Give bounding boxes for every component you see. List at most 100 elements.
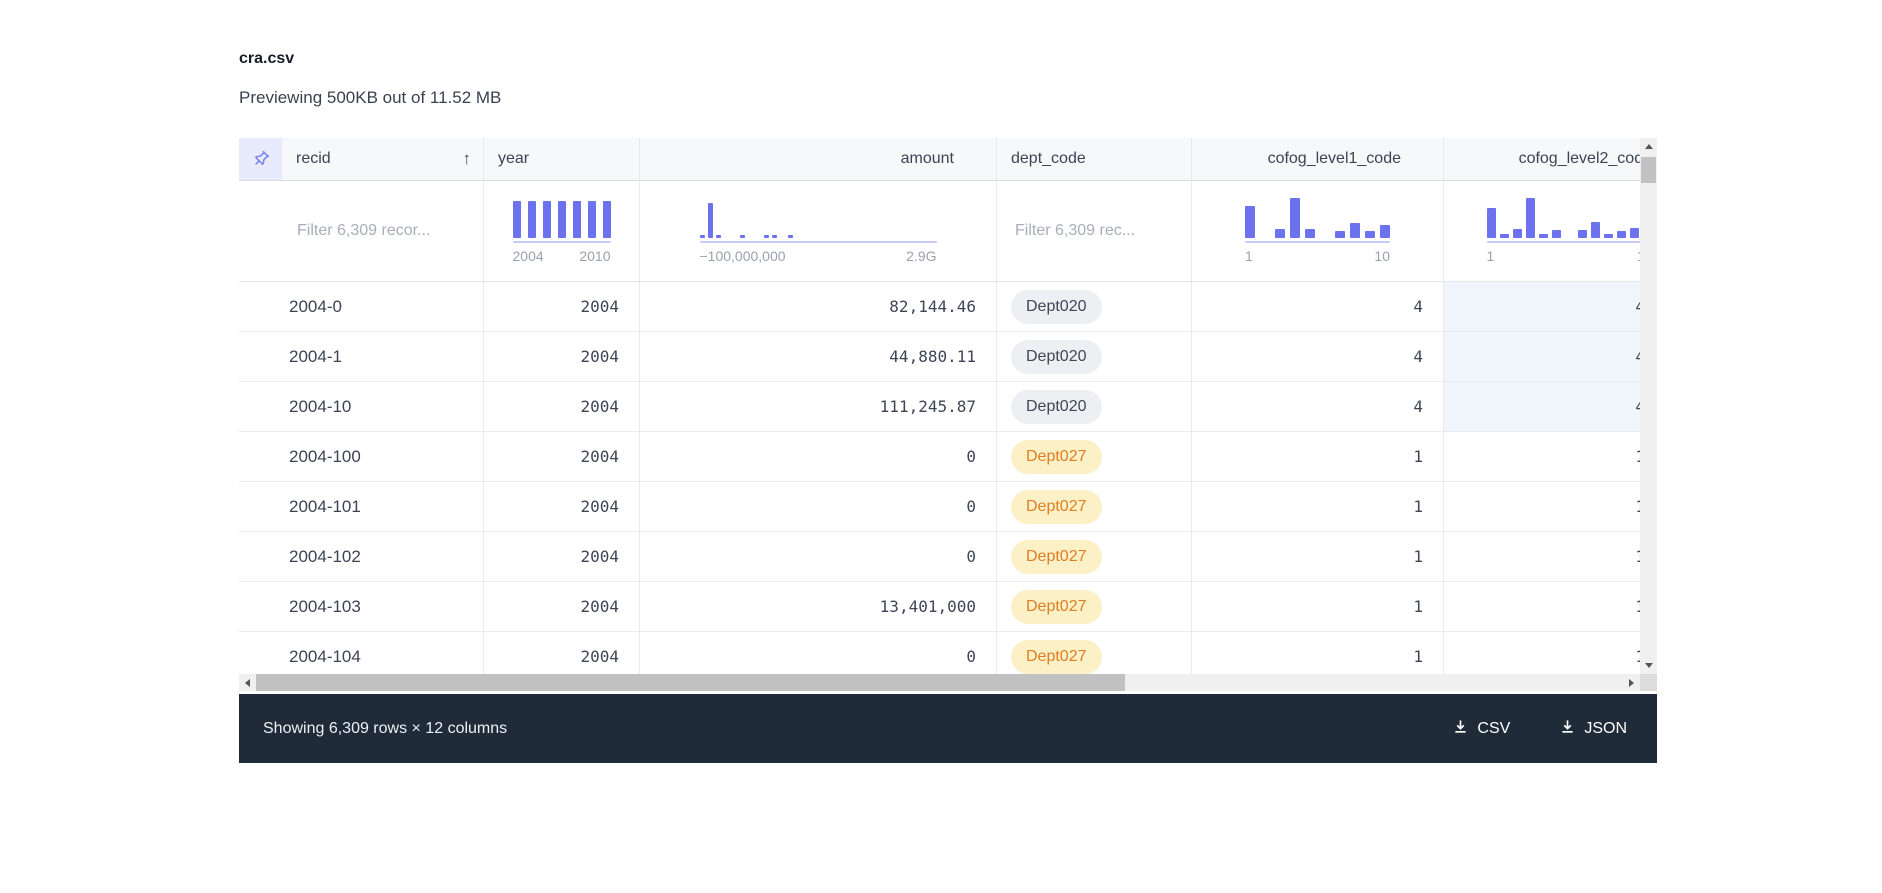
histogram-baseline — [1487, 241, 1652, 243]
histogram-bar — [788, 235, 793, 238]
histogram-bar — [558, 201, 566, 238]
histogram-bar — [1526, 198, 1535, 238]
cofog_level2_code-histogram[interactable]: 111 — [1487, 198, 1652, 264]
filter-cell-year: 20042010 — [484, 181, 640, 282]
cell-dept-code: Dept027 — [997, 482, 1192, 532]
arrow-up-icon: ↑ — [463, 149, 484, 169]
cell-cofog-level1-code: 1 — [1192, 432, 1444, 482]
horizontal-scrollbar-thumb[interactable] — [256, 674, 1125, 691]
year-histogram[interactable]: 20042010 — [513, 198, 611, 264]
dept-code-badge: Dept027 — [1011, 490, 1102, 524]
download-csv-button[interactable]: CSV — [1447, 718, 1516, 740]
column-header-year[interactable]: year — [484, 138, 640, 181]
histogram-bar — [513, 201, 521, 238]
pin-icon — [250, 148, 272, 170]
cell-cofog-level1-code: 1 — [1192, 532, 1444, 582]
column-header-cofog_level1_code[interactable]: cofog_level1_code — [1192, 138, 1444, 181]
histogram-min-label: −100,000,000 — [700, 248, 786, 264]
histogram-range-labels: 20042010 — [513, 248, 611, 264]
filter-cell-recid — [239, 181, 484, 282]
histogram-bar — [543, 201, 551, 238]
cell-amount: 0 — [640, 632, 997, 674]
table-row: 2004-10120040Dept02711 — [239, 482, 1657, 532]
filter-cell-amount: −100,000,000 2.9G — [640, 181, 997, 282]
triangle-right-icon — [1629, 679, 1634, 687]
filter-cell-cofog_level1_code: 110 — [1192, 181, 1444, 282]
horizontal-scrollbar[interactable] — [239, 674, 1657, 691]
cell-recid: 2004-1 — [239, 332, 484, 382]
filter-cell-dept_code — [997, 181, 1192, 282]
cofog_level1_code-histogram[interactable]: 110 — [1245, 198, 1390, 264]
triangle-up-icon — [1645, 144, 1653, 149]
scrollbar-down-button[interactable] — [1640, 657, 1657, 674]
histogram-bar — [700, 235, 705, 238]
cell-cofog-level2-code: 4 — [1444, 382, 1657, 432]
cell-cofog-level2-code: 1 — [1444, 482, 1657, 532]
cell-recid: 2004-103 — [239, 582, 484, 632]
histogram-bars — [700, 198, 937, 238]
cell-dept-code: Dept027 — [997, 582, 1192, 632]
table-row: 2004-10220040Dept02711 — [239, 532, 1657, 582]
download-csv-label: CSV — [1477, 720, 1510, 738]
histogram-bar — [1552, 230, 1561, 238]
amount-histogram[interactable]: −100,000,000 2.9G — [700, 198, 937, 264]
histogram-range-labels: −100,000,000 2.9G — [700, 248, 937, 264]
histogram-max-label: 2.9G — [906, 248, 936, 264]
histogram-bar — [528, 201, 536, 238]
column-header-amount[interactable]: amount — [640, 138, 997, 181]
cell-year: 2004 — [484, 582, 640, 632]
cell-recid: 2004-101 — [239, 482, 484, 532]
histogram-bars — [1487, 198, 1652, 238]
filter-cell-cofog_level2_code: 111 — [1444, 181, 1657, 282]
scrollbar-up-button[interactable] — [1640, 138, 1657, 155]
header-row: recid ↑yearamountdept_code cofog_level1_co… — [239, 138, 1657, 181]
histogram-baseline — [700, 241, 937, 243]
cell-dept-code: Dept020 — [997, 282, 1192, 332]
histogram-bar — [1487, 208, 1496, 238]
histogram-bar — [1500, 234, 1509, 238]
triangle-down-icon — [1645, 663, 1653, 668]
cell-amount: 0 — [640, 432, 997, 482]
cell-year: 2004 — [484, 482, 640, 532]
histogram-bar — [1365, 231, 1375, 238]
cell-year: 2004 — [484, 432, 640, 482]
status-footer: Showing 6,309 rows × 12 columns CSV JSON — [239, 694, 1657, 763]
cell-amount: 13,401,000 — [640, 582, 997, 632]
scrollbar-corner — [1640, 674, 1657, 691]
horizontal-scrollbar-track[interactable] — [256, 674, 1623, 691]
cell-cofog-level1-code: 4 — [1192, 382, 1444, 432]
histogram-min-label: 1 — [1487, 248, 1495, 264]
column-header-dept_code[interactable]: dept_code — [997, 138, 1192, 181]
scrollbar-left-button[interactable] — [239, 674, 256, 691]
vertical-scrollbar-thumb[interactable] — [1641, 157, 1656, 183]
histogram-bar — [764, 235, 769, 238]
cell-dept-code: Dept020 — [997, 332, 1192, 382]
histogram-bar — [1275, 229, 1285, 238]
histogram-bars — [513, 198, 611, 238]
download-buttons: CSV JSON — [1447, 718, 1633, 740]
scrollbar-right-button[interactable] — [1623, 674, 1640, 691]
histogram-baseline — [1245, 241, 1390, 243]
cell-recid: 2004-104 — [239, 632, 484, 674]
dept-code-badge: Dept020 — [1011, 390, 1102, 424]
pin-column-header[interactable] — [239, 138, 282, 181]
histogram-bar — [1630, 228, 1639, 238]
histogram-bar — [1350, 223, 1360, 238]
column-header-recid[interactable]: recid ↑ — [282, 138, 484, 181]
cell-amount: 82,144.46 — [640, 282, 997, 332]
cell-cofog-level2-code: 4 — [1444, 332, 1657, 382]
filter-input-recid[interactable] — [295, 181, 483, 282]
download-json-button[interactable]: JSON — [1554, 718, 1633, 740]
column-label: cofog_level1_code — [1268, 150, 1401, 168]
cell-year: 2004 — [484, 532, 640, 582]
cell-amount: 111,245.87 — [640, 382, 997, 432]
cell-cofog-level1-code: 4 — [1192, 332, 1444, 382]
histogram-bar — [1335, 231, 1345, 238]
column-label: recid — [296, 150, 331, 168]
cell-cofog-level1-code: 1 — [1192, 482, 1444, 532]
filter-input-dept_code[interactable] — [1013, 181, 1191, 282]
cell-year: 2004 — [484, 382, 640, 432]
vertical-scrollbar[interactable] — [1640, 138, 1657, 674]
column-header-cofog_level2_code[interactable]: cofog_level2_code — [1444, 138, 1657, 181]
cell-cofog-level2-code: 1 — [1444, 632, 1657, 674]
